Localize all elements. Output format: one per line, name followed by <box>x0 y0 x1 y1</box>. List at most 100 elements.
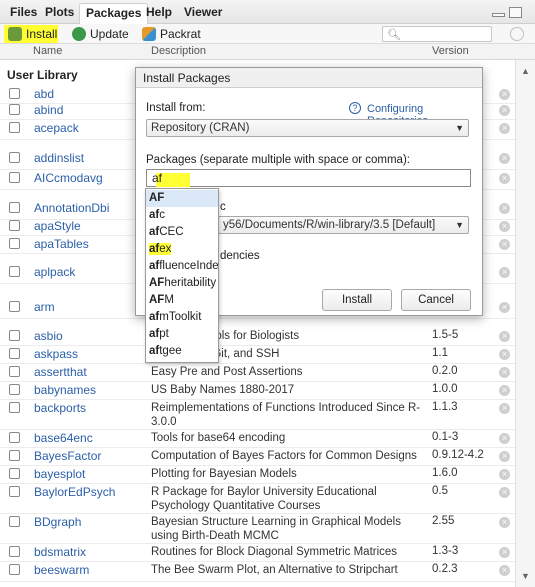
remove-package-icon[interactable]: × <box>499 302 510 313</box>
package-name-link[interactable]: asbio <box>34 329 63 343</box>
package-name-link[interactable]: AICcmodavg <box>34 171 103 185</box>
remove-package-icon[interactable]: × <box>499 267 510 278</box>
package-name-link[interactable]: backports <box>34 401 86 415</box>
tab-files[interactable]: Files <box>4 3 43 24</box>
remove-package-icon[interactable]: × <box>499 517 510 528</box>
remove-package-icon[interactable]: × <box>499 565 510 576</box>
autocomplete-option[interactable]: aftgee <box>146 343 218 360</box>
autocomplete-option[interactable]: afCEC <box>146 224 218 241</box>
remove-package-icon[interactable]: × <box>499 433 510 444</box>
package-checkbox[interactable] <box>9 450 20 461</box>
remove-package-icon[interactable]: × <box>499 239 510 250</box>
remove-package-icon[interactable]: × <box>499 89 510 100</box>
tab-packages[interactable]: Packages <box>79 3 149 24</box>
package-name-link[interactable]: babynames <box>34 383 96 397</box>
install-from-select[interactable]: Repository (CRAN) ▼ <box>146 119 469 137</box>
package-name-link[interactable]: abind <box>34 103 63 117</box>
package-checkbox[interactable] <box>9 104 20 115</box>
package-checkbox[interactable] <box>9 238 20 249</box>
remove-package-icon[interactable]: × <box>499 469 510 480</box>
autocomplete-option[interactable]: afex <box>146 241 218 258</box>
package-name-link[interactable]: askpass <box>34 347 78 361</box>
packrat-button[interactable]: Packrat <box>138 25 201 43</box>
autocomplete-option[interactable]: affluenceIndex <box>146 258 218 275</box>
package-name-link[interactable]: AnnotationDbi <box>34 201 109 215</box>
package-checkbox[interactable] <box>9 546 20 557</box>
package-checkbox[interactable] <box>9 384 20 395</box>
package-checkbox[interactable] <box>9 266 20 277</box>
remove-package-icon[interactable]: × <box>499 105 510 116</box>
remove-package-icon[interactable]: × <box>499 153 510 164</box>
cancel-button[interactable]: Cancel <box>401 289 471 311</box>
packages-input[interactable]: af <box>146 169 471 187</box>
package-name-link[interactable]: apaStyle <box>34 219 81 233</box>
remove-package-icon[interactable]: × <box>499 123 510 134</box>
library-select[interactable]: y56/Documents/R/win-library/3.5 [Default… <box>218 216 469 234</box>
package-checkbox[interactable] <box>9 516 20 527</box>
search-input[interactable]: 🔍︎ <box>382 26 492 42</box>
package-checkbox[interactable] <box>9 564 20 575</box>
header-name[interactable]: Name <box>33 45 62 57</box>
install-button[interactable]: Install <box>4 25 58 43</box>
install-confirm-button[interactable]: Install <box>322 289 392 311</box>
package-checkbox[interactable] <box>9 366 20 377</box>
autocomplete-option[interactable]: afpt <box>146 326 218 343</box>
package-name-link[interactable]: beeswarm <box>34 563 89 577</box>
package-checkbox[interactable] <box>9 152 20 163</box>
package-name-link[interactable]: BaylorEdPsych <box>34 485 115 499</box>
package-name-link[interactable]: bayesplot <box>34 467 85 481</box>
remove-package-icon[interactable]: × <box>499 385 510 396</box>
tab-viewer[interactable]: Viewer <box>178 3 228 24</box>
package-name-link[interactable]: bdsmatrix <box>34 545 86 559</box>
remove-package-icon[interactable]: × <box>499 203 510 214</box>
remove-package-icon[interactable]: × <box>499 173 510 184</box>
package-checkbox[interactable] <box>9 330 20 341</box>
autocomplete-option[interactable]: afc <box>146 207 218 224</box>
header-description[interactable]: Description <box>151 45 206 57</box>
package-checkbox[interactable] <box>9 301 20 312</box>
remove-package-icon[interactable]: × <box>499 547 510 558</box>
package-checkbox[interactable] <box>9 88 20 99</box>
package-name-link[interactable]: acepack <box>34 121 79 135</box>
scroll-up-icon[interactable]: ▲ <box>521 66 530 76</box>
autocomplete-option[interactable]: AF <box>146 190 218 207</box>
remove-package-icon[interactable]: × <box>499 331 510 342</box>
tab-plots[interactable]: Plots <box>39 3 80 24</box>
package-name-link[interactable]: base64enc <box>34 431 93 445</box>
minimize-icon[interactable] <box>492 13 505 17</box>
refresh-list-icon[interactable] <box>510 27 524 41</box>
package-name-link[interactable]: aplpack <box>34 265 75 279</box>
remove-package-icon[interactable]: × <box>499 349 510 360</box>
package-name-link[interactable]: BDgraph <box>34 515 81 529</box>
package-checkbox[interactable] <box>9 468 20 479</box>
package-checkbox[interactable] <box>9 122 20 133</box>
header-version[interactable]: Version <box>432 45 469 57</box>
package-name-link[interactable]: assertthat <box>34 365 87 379</box>
tab-help[interactable]: Help <box>140 3 178 24</box>
package-checkbox[interactable] <box>9 348 20 359</box>
package-checkbox[interactable] <box>9 402 20 413</box>
autocomplete-option[interactable]: AFM <box>146 292 218 309</box>
maximize-icon[interactable] <box>509 7 522 18</box>
package-checkbox[interactable] <box>9 432 20 443</box>
autocomplete-option[interactable]: AFheritability <box>146 275 218 292</box>
remove-package-icon[interactable]: × <box>499 221 510 232</box>
remove-package-icon[interactable]: × <box>499 403 510 414</box>
autocomplete-option[interactable]: afmToolkit <box>146 309 218 326</box>
update-button[interactable]: Update <box>68 25 129 43</box>
package-name-link[interactable]: BayesFactor <box>34 449 101 463</box>
remove-package-icon[interactable]: × <box>499 451 510 462</box>
package-checkbox[interactable] <box>9 202 20 213</box>
scroll-down-icon[interactable]: ▼ <box>521 571 530 581</box>
vertical-scrollbar[interactable]: ▲ ▼ <box>515 60 535 587</box>
package-name-link[interactable]: arm <box>34 300 55 314</box>
help-icon[interactable]: ? <box>349 102 361 114</box>
package-checkbox[interactable] <box>9 486 20 497</box>
package-checkbox[interactable] <box>9 220 20 231</box>
package-name-link[interactable]: abd <box>34 87 54 101</box>
package-name-link[interactable]: apaTables <box>34 237 89 251</box>
package-name-link[interactable]: addinslist <box>34 151 84 165</box>
remove-package-icon[interactable]: × <box>499 367 510 378</box>
package-checkbox[interactable] <box>9 172 20 183</box>
remove-package-icon[interactable]: × <box>499 487 510 498</box>
